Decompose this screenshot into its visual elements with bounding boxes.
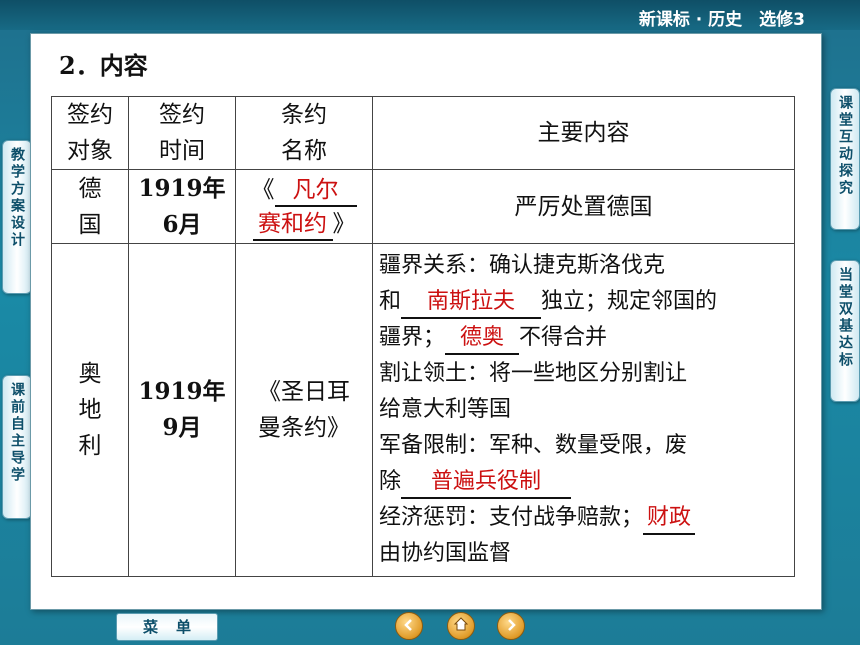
menu-button[interactable]: 菜单 (116, 613, 218, 641)
row1-date-line2: 6月 (162, 210, 202, 238)
content-line3-pre: 疆界； (379, 325, 446, 350)
tab-classroom-interaction[interactable]: 课堂互动探究 (830, 88, 860, 230)
header-name-line2: 名称 (281, 138, 327, 164)
treaty-table: 签约 对象 签约 时间 条约 名称 主要内容 德 国 1919年 6月 《 凡尔… (51, 96, 795, 577)
header-party-line1: 签约 (67, 102, 113, 128)
blank-finance: 财政 (643, 503, 696, 535)
header-date: 签约 时间 (128, 96, 236, 170)
row1-date: 1919年 6月 (128, 169, 236, 244)
content-line3-post: 不得合并 (519, 325, 608, 350)
row2-date-line1: 1919年 (138, 378, 226, 405)
table-row: 德 国 1919年 6月 《凡尔 赛和约》 严厉处置德国 (51, 169, 795, 244)
table-row: 奥 地 利 1919年 9月 《圣日耳 曼条约》 疆界关系：确认捷克斯洛伐克 和… (51, 243, 795, 577)
row1-date-line1: 1919年 (138, 174, 226, 202)
blank-yugoslavia: 南斯拉夫 (401, 287, 542, 319)
slide-panel: 2．内容 签约 对象 签约 时间 条约 名称 主要内容 德 国 1919年 6月… (30, 33, 822, 610)
row1-name-open: 《 (251, 176, 275, 203)
row1-name-blank-1: 凡尔 (274, 175, 357, 207)
row2-date: 1919年 9月 (128, 243, 236, 577)
content-line8-pre: 经济惩罚：支付战争赔款； (379, 505, 644, 530)
header-date-line2: 时间 (159, 138, 205, 164)
row2-content: 疆界关系：确认捷克斯洛伐克 和南斯拉夫 独立；规定邻国的 疆界； 德奥 不得合并 割让… (372, 243, 795, 577)
tab-in-class-check-label: 当堂双基达标 (837, 267, 853, 369)
row1-name-line1: 《凡尔 (236, 173, 372, 207)
row1-name-blank-2: 赛和约 (252, 209, 333, 241)
header-date-line1: 签约 (159, 102, 205, 128)
header-name: 条约 名称 (235, 96, 373, 170)
table-header-row: 签约 对象 签约 时间 条约 名称 主要内容 (51, 96, 795, 170)
tab-teaching-plan[interactable]: 教学方案设计 (2, 140, 32, 294)
tab-pre-class-study[interactable]: 课前自主导学 (2, 375, 32, 519)
row1-content: 严厉处置德国 (372, 169, 795, 244)
blank-conscription: 普遍兵役制 (401, 467, 572, 499)
row1-name: 《凡尔 赛和约》 (235, 169, 373, 244)
row2-name-line2: 曼条约》 (258, 415, 350, 441)
content-line8: 经济惩罚：支付战争赔款； 财政 (379, 500, 788, 536)
course-title: 新课标 · 历史 选修3 (638, 10, 805, 30)
content-line2: 和南斯拉夫 独立；规定邻国的 (379, 284, 788, 320)
content-line1: 疆界关系：确认捷克斯洛伐克 (379, 253, 666, 278)
tab-pre-class-study-label: 课前自主导学 (9, 382, 25, 484)
row1-party-line1: 德 (78, 175, 102, 202)
row1-party: 德 国 (51, 169, 129, 244)
back-icon (402, 617, 416, 636)
row1-name-close: 》 (332, 210, 356, 237)
section-title: 2．内容 (59, 51, 148, 80)
content-line3: 疆界； 德奥 不得合并 (379, 320, 788, 356)
row2-date-line2: 9月 (162, 414, 202, 441)
row1-name-line2: 赛和约》 (236, 207, 372, 241)
tab-classroom-interaction-label: 课堂互动探究 (837, 95, 853, 197)
row2-name: 《圣日耳 曼条约》 (235, 243, 373, 577)
row2-name-line1: 《圣日耳 (258, 379, 350, 405)
content-line2-post: 独立；规定邻国的 (541, 289, 718, 314)
forward-button[interactable] (497, 612, 525, 640)
row2-party-line2: 地 (78, 397, 102, 423)
content-line7-pre: 除 (379, 469, 402, 494)
header-content: 主要内容 (372, 96, 795, 170)
row2-party-line1: 奥 (78, 361, 102, 387)
content-line4: 割让领土：将一些地区分别割让 (379, 361, 688, 386)
header-name-line1: 条约 (281, 102, 327, 128)
content-line6: 军备限制：军种、数量受限，废 (379, 433, 688, 458)
content-line2-pre: 和 (379, 289, 402, 314)
header-party: 签约 对象 (51, 96, 129, 170)
home-button[interactable] (447, 612, 475, 640)
forward-icon (504, 617, 518, 636)
content-line7: 除普遍兵役制 (379, 464, 788, 500)
back-button[interactable] (395, 612, 423, 640)
tab-in-class-check[interactable]: 当堂双基达标 (830, 260, 860, 402)
header-party-line2: 对象 (67, 138, 113, 164)
row1-party-line2: 国 (78, 211, 102, 238)
home-icon (453, 616, 469, 636)
row2-party-line3: 利 (78, 433, 102, 459)
content-line5: 给意大利等国 (379, 397, 512, 422)
blank-germany-austria: 德奥 (445, 323, 520, 355)
tab-teaching-plan-label: 教学方案设计 (9, 147, 25, 249)
row2-party: 奥 地 利 (51, 243, 129, 577)
content-line9: 由协约国监督 (379, 541, 512, 566)
